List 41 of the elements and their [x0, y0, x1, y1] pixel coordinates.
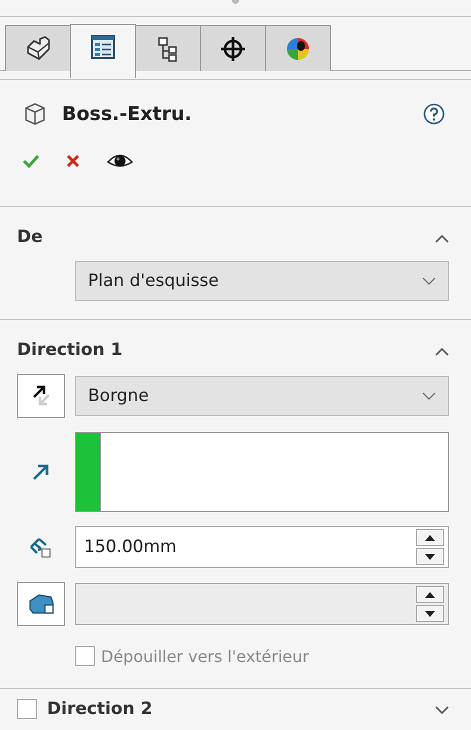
- feature-title: Boss.-Extru.: [62, 103, 193, 125]
- spin-up-button[interactable]: [416, 586, 444, 603]
- draft-angle-field[interactable]: [75, 583, 449, 625]
- down-triangle-icon: [425, 554, 435, 560]
- dimension-icon: [29, 535, 53, 559]
- confirm-icon[interactable]: [22, 154, 40, 168]
- chevron-icon[interactable]: [435, 234, 449, 242]
- selection-list[interactable]: [75, 432, 449, 512]
- draft-button[interactable]: [17, 582, 65, 626]
- up-triangle-icon: [425, 592, 435, 598]
- section-title: Direction 2: [47, 699, 152, 719]
- direction-arrow-icon: [32, 463, 50, 481]
- tab[interactable]: [70, 24, 136, 78]
- checkbox[interactable]: [17, 699, 37, 719]
- tab[interactable]: [135, 25, 201, 71]
- tab[interactable]: [5, 25, 71, 71]
- caret-icon: [422, 277, 436, 285]
- down-triangle-icon: [425, 610, 435, 616]
- section-title: Direction 1: [17, 340, 122, 360]
- grip-handle[interactable]: [232, 0, 239, 4]
- cube-icon: [24, 102, 46, 126]
- spin-down-button[interactable]: [416, 548, 444, 565]
- dropdown[interactable]: Plan d'esquisse: [75, 261, 449, 301]
- chevron-icon[interactable]: [435, 706, 449, 714]
- close-icon[interactable]: [66, 154, 80, 168]
- depth-field[interactable]: 150.00mm: [75, 526, 449, 568]
- help-icon[interactable]: [423, 103, 445, 125]
- part-icon: [24, 34, 52, 62]
- caret-icon: [422, 392, 436, 400]
- spin-up-button[interactable]: [416, 529, 444, 546]
- tab[interactable]: [265, 25, 331, 71]
- tab[interactable]: [200, 25, 266, 71]
- checkbox-label: Dépouiller vers l'extérieur: [101, 646, 309, 666]
- dropdown[interactable]: Borgne: [75, 376, 449, 416]
- section-title: De: [17, 227, 43, 247]
- property-list-icon: [89, 33, 117, 61]
- spin-down-button[interactable]: [416, 605, 444, 622]
- chevron-icon[interactable]: [435, 346, 449, 356]
- crosshair-icon: [219, 34, 247, 62]
- reverse-direction-button[interactable]: [17, 374, 65, 418]
- up-triangle-icon: [425, 534, 435, 540]
